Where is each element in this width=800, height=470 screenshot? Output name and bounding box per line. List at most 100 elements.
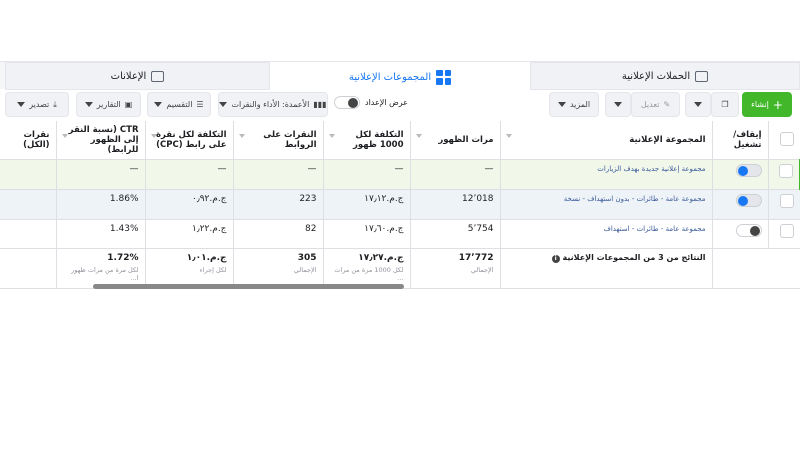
table-row[interactable]: مجموعة إعلانية جديدة بهدف الزيارات — — —… [0, 159, 800, 190]
pencil-icon: ✎ [663, 100, 671, 109]
col-clicks[interactable]: نقرات (الكل) [0, 121, 57, 160]
sort-icon[interactable] [415, 134, 422, 138]
row-name[interactable]: مجموعة عامة - طائرات - استهداف [500, 219, 713, 249]
ad-set-link[interactable]: مجموعة عامة - طائرات - بدون استهداف - نس… [564, 195, 706, 203]
cpm: ج.م.١٧٫٦٠ [323, 219, 411, 249]
total-sub: الإجمالي [470, 266, 494, 274]
impressions: 12٬018 [410, 189, 501, 220]
col-label: التكلفة لكل 1000 ظهور [353, 130, 404, 150]
total-value: 17٬772 [458, 253, 494, 263]
duplicate-dropdown[interactable] [685, 92, 711, 117]
col-link-clicks[interactable]: النقرات على الروابط [233, 121, 324, 160]
cpm: ج.م.١٧٫١٢ [323, 189, 411, 220]
col-cpm[interactable]: التكلفة لكل 1000 ظهور [323, 121, 411, 160]
breakdown-button[interactable]: ☰ التقسيم [147, 92, 211, 117]
columns-label: الأعمدة: الأداء والنقرات [231, 100, 310, 109]
cpc: ج.م.١٫٢٢ [145, 219, 234, 249]
edit-dropdown[interactable] [605, 92, 631, 117]
chevron-down-icon [694, 102, 702, 107]
col-label: المجموعة الإعلانية [629, 135, 706, 145]
link-clicks: — [233, 159, 324, 190]
row-toggle[interactable] [712, 219, 769, 249]
col-label: النقرات على الروابط [263, 130, 317, 150]
chevron-down-icon [84, 102, 93, 107]
chevron-down-icon [614, 102, 622, 107]
create-button[interactable]: + إنشاء [742, 92, 792, 117]
sort-icon[interactable] [150, 134, 157, 138]
col-name[interactable]: المجموعة الإعلانية [500, 121, 713, 160]
totals-cpm: ج.م.١٧٫٢٧ لكل 1000 مرة من مرات ... [323, 248, 411, 289]
total-value: ج.م.١٫٠١ [186, 253, 227, 263]
toolbar: + إنشاء ❐ ✎ تعديل المزيد عرض الإعداد ▮▮▮ ال… [0, 92, 800, 120]
impressions: — [410, 159, 501, 190]
chevron-down-icon [219, 102, 228, 107]
row-select[interactable] [768, 219, 800, 249]
totals-ctr: 1.72% لكل مرة من مرات ظهور ا... [56, 248, 146, 289]
clicks [0, 219, 57, 249]
setup-toggle[interactable]: عرض الإعداد [334, 96, 408, 109]
col-toggle: إيقاف/ تشغيل [712, 121, 769, 160]
plus-icon: + [772, 97, 783, 112]
total-value: 305 [297, 253, 317, 263]
total-sub: لكل إجراء [199, 266, 227, 274]
col-ctr[interactable]: CTR (نسبة النقر إلى الظهور للرابط) [56, 121, 146, 160]
select-all[interactable] [768, 121, 800, 160]
horizontal-scrollbar[interactable] [93, 284, 404, 289]
tab-ads[interactable]: الإعلانات [5, 62, 270, 90]
table-row[interactable]: مجموعة عامة - طائرات - بدون استهداف - نس… [0, 189, 800, 220]
chevron-down-icon [17, 102, 26, 107]
info-icon[interactable]: i [551, 255, 560, 263]
sort-icon[interactable] [505, 134, 512, 138]
row-toggle[interactable] [712, 159, 769, 190]
row-select[interactable] [768, 189, 800, 220]
col-impressions[interactable]: مرات الظهور [410, 121, 501, 160]
checkbox[interactable] [779, 131, 794, 146]
checkbox[interactable] [779, 224, 794, 238]
checkbox[interactable] [779, 194, 794, 208]
reports-button[interactable]: ▣ التقارير [76, 92, 141, 117]
checkbox[interactable] [779, 164, 793, 178]
more-label: المزيد [569, 100, 591, 109]
totals-row: النتائج من 3 من المجموعات الإعلانية i 17… [0, 248, 800, 289]
col-cpc[interactable]: التكلفة لكل نقرة على رابط (CPC) [145, 121, 234, 160]
toggle-switch[interactable] [735, 194, 762, 207]
row-toggle[interactable] [712, 189, 769, 220]
table-row[interactable]: مجموعة عامة - طائرات - استهداف 5٬754 ج.م… [0, 219, 800, 249]
report-icon: ▣ [124, 100, 133, 109]
totals-clicks [0, 248, 57, 289]
impressions: 5٬754 [410, 219, 501, 249]
duplicate-button[interactable]: ❐ [711, 92, 739, 117]
totals-cpc: ج.م.١٫٠١ لكل إجراء [145, 248, 234, 289]
grid-icon [436, 69, 452, 85]
clicks [0, 189, 57, 220]
window-icon [151, 70, 165, 82]
folder-icon [695, 70, 709, 82]
tab-label: الإعلانات [110, 70, 147, 82]
duplicate-icon: ❐ [721, 100, 729, 109]
export-button[interactable]: ⤓ تصدير [5, 92, 69, 117]
row-name[interactable]: مجموعة عامة - طائرات - بدون استهداف - نس… [500, 189, 713, 220]
toggle-switch[interactable] [334, 96, 360, 109]
sort-icon[interactable] [238, 134, 245, 138]
chevron-down-icon [154, 102, 163, 107]
toggle-switch[interactable] [735, 164, 762, 177]
create-label: إنشاء [751, 100, 769, 109]
totals-impressions: 17٬772 الإجمالي [410, 248, 501, 289]
toggle-switch[interactable] [735, 224, 762, 237]
sort-icon[interactable] [328, 134, 335, 138]
row-name[interactable]: مجموعة إعلانية جديدة بهدف الزيارات [500, 159, 713, 190]
row-select[interactable] [768, 159, 800, 190]
col-label: CTR (نسبة النقر إلى الظهور للرابط) [68, 125, 139, 155]
export-label: تصدير [29, 100, 50, 109]
ad-set-link[interactable]: مجموعة إعلانية جديدة بهدف الزيارات [597, 165, 705, 173]
tab-campaigns[interactable]: الحملات الإعلانية [530, 62, 800, 90]
totals-label: النتائج من 3 من المجموعات الإعلانية i [500, 248, 713, 289]
edit-button[interactable]: ✎ تعديل [631, 92, 680, 117]
ad-set-link[interactable]: مجموعة عامة - طائرات - استهداف [604, 225, 706, 233]
tab-ad-sets[interactable]: المجموعات الإعلانية [270, 62, 530, 92]
sort-icon[interactable] [61, 134, 68, 138]
more-button[interactable]: المزيد [549, 92, 599, 117]
ad-sets-table: إيقاف/ تشغيل المجموعة الإعلانية مرات الظ… [0, 121, 800, 289]
total-value: ج.م.١٧٫٢٧ [358, 253, 404, 263]
columns-button[interactable]: ▮▮▮ الأعمدة: الأداء والنقرات [218, 92, 328, 117]
